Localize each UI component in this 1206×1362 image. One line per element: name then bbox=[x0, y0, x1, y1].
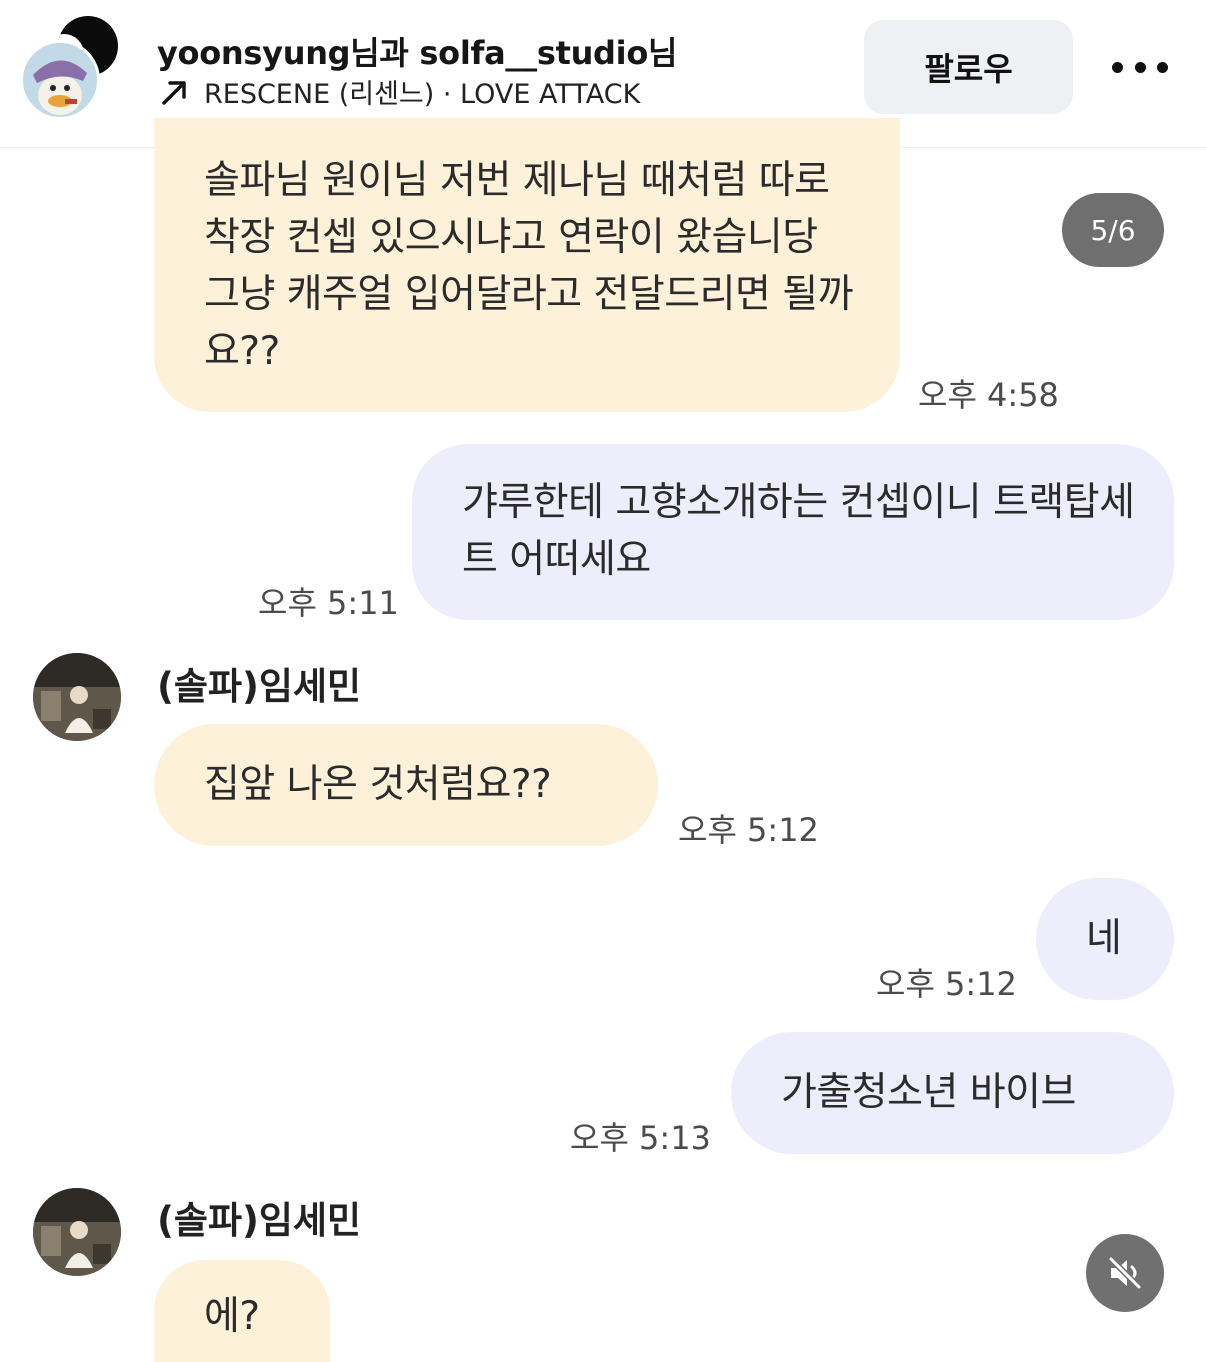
sender-name: (솔파)임세민 bbox=[157, 1199, 362, 1242]
message-text: 갸루한테 고향소개하는 컨셉이니 트랙탑세트 어떠세요 bbox=[462, 480, 1135, 582]
media-counter-badge: 5/6 bbox=[1062, 193, 1164, 267]
message-bubble-incoming[interactable]: 솔파님 원이님 저번 제나님 때처럼 따로 착장 컨셉 있으시냐고 연락이 왔습… bbox=[154, 118, 900, 412]
profile-photo-icon bbox=[33, 653, 121, 741]
sender-avatar[interactable] bbox=[33, 653, 121, 741]
message-text: 네 bbox=[1086, 916, 1122, 961]
mute-button[interactable] bbox=[1086, 1234, 1164, 1312]
message-text: 에? bbox=[204, 1294, 260, 1339]
message-bubble-outgoing[interactable]: 가출청소년 바이브 bbox=[731, 1032, 1174, 1154]
duck-avatar-icon bbox=[33, 60, 87, 115]
avatar-primary bbox=[20, 40, 100, 120]
sender-avatar[interactable] bbox=[33, 1188, 121, 1276]
message-timestamp: 오후 5:12 bbox=[876, 965, 1017, 1003]
speaker-muted-icon bbox=[1108, 1256, 1142, 1290]
message-text: 솔파님 원이님 저번 제나님 때처럼 따로 착장 컨셉 있으시냐고 연락이 왔습… bbox=[204, 158, 854, 374]
message-timestamp: 오후 5:11 bbox=[258, 584, 399, 622]
music-label: RESCENE (리센느) · LOVE ATTACK bbox=[204, 79, 641, 110]
message-timestamp: 오후 4:58 bbox=[918, 376, 1059, 414]
sender-name: (솔파)임세민 bbox=[157, 665, 362, 708]
arrow-up-right-icon bbox=[162, 80, 186, 105]
message-bubble-incoming[interactable]: 집앞 나온 것처럼요?? bbox=[154, 724, 658, 846]
message-timestamp: 오후 5:13 bbox=[570, 1119, 711, 1157]
follow-button[interactable]: 팔로우 bbox=[864, 20, 1073, 114]
message-bubble-outgoing[interactable]: 갸루한테 고향소개하는 컨셉이니 트랙탑세트 어떠세요 bbox=[412, 444, 1174, 620]
chat-title: yoonsyung님과 solfa__studio님 bbox=[157, 34, 678, 72]
profile-photo-icon bbox=[33, 1188, 121, 1276]
message-timestamp: 오후 5:12 bbox=[678, 811, 819, 849]
message-bubble-incoming[interactable]: 에? bbox=[154, 1260, 330, 1362]
message-text: 가출청소년 바이브 bbox=[781, 1070, 1076, 1115]
more-options-icon[interactable] bbox=[1112, 52, 1168, 82]
group-avatar[interactable] bbox=[20, 16, 120, 120]
message-bubble-outgoing[interactable]: 네 bbox=[1036, 878, 1174, 1000]
message-text: 집앞 나온 것처럼요?? bbox=[204, 762, 552, 807]
music-sticker[interactable]: RESCENE (리센느) · LOVE ATTACK bbox=[160, 72, 640, 111]
